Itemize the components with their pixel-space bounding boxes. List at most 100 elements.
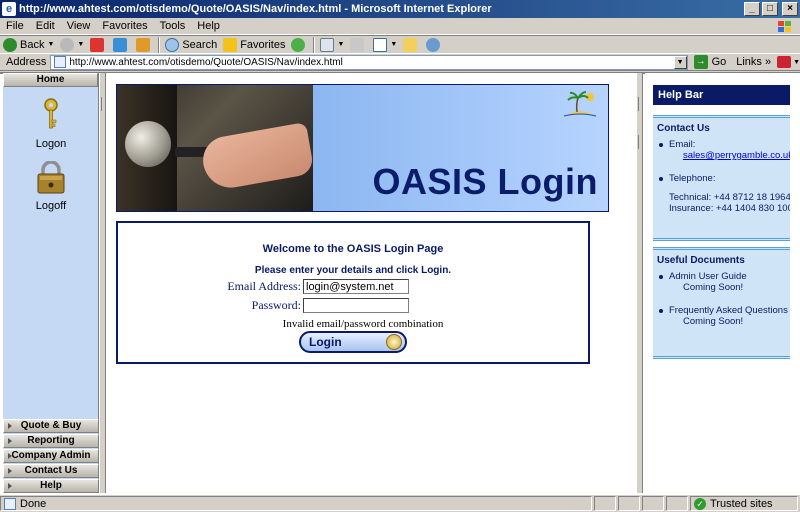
document-item[interactable]: Admin User Guide Coming Soon! [657,271,790,293]
stop-icon [90,37,105,52]
toolbar: Back ▼ ▼ Search Favorites ▼ ▼ [0,35,800,53]
banner-photo [117,85,315,211]
chevron-right-icon: » [764,56,772,68]
menu-file[interactable]: File [0,20,30,32]
nav-help[interactable]: Help [3,479,99,493]
status-cell-empty [594,496,616,511]
ie-icon: e [2,2,16,16]
address-label: Address [6,56,47,68]
toolbar-separator [158,36,161,53]
go-label: Go [711,56,727,68]
contact-list: Email: sales@perrygamble.co.uk Telephone… [653,139,790,184]
print-button[interactable] [347,36,370,54]
ie-window: e http://www.ahtest.com/otisdemo/Quote/O… [0,0,800,512]
login-button-label: Login [309,335,342,349]
toolbar-separator [313,36,316,53]
email-row: Email Address: [118,279,588,294]
menu-favorites[interactable]: Favorites [96,20,153,32]
close-button[interactable]: × [782,2,798,16]
oasis-banner: OASIS Login [116,84,609,212]
forward-arrow-icon [60,37,75,52]
password-label: Password: [251,298,301,312]
addon-icon[interactable] [777,56,792,68]
nav-company-admin[interactable]: Company Admin [3,449,99,463]
key-icon [44,98,58,129]
menu-bar: File Edit View Favorites Tools Help [0,18,800,35]
edit-icon [373,37,388,52]
status-cell-empty [666,496,688,511]
search-icon [165,37,180,52]
email-link[interactable]: sales@perrygamble.co.uk [669,150,790,161]
address-url[interactable]: http://www.ahtest.com/otisdemo/Quote/OAS… [69,57,673,68]
key-icon [386,334,402,350]
status-cell-empty [618,496,640,511]
folder-button[interactable] [400,36,423,54]
help-bar-frame: Help Bar Contact Us Email: sales@perryga… [645,73,800,493]
main-frame: OASIS Login Welcome to the OASIS Login P… [106,73,636,493]
status-text: Done [20,497,47,510]
frame-splitter-right[interactable] [636,73,643,493]
media-icon [291,37,306,52]
status-text-cell: Done [0,496,592,511]
nav-reporting[interactable]: Reporting [3,434,99,448]
maximize-button[interactable]: □ [762,2,778,16]
padlock-icon [37,160,65,194]
favorites-button[interactable]: Favorites [220,36,288,54]
splitter-grip [101,97,104,111]
nav-contact-us[interactable]: Contact Us [3,464,99,478]
chevron-down-icon: ▼ [77,41,85,48]
go-button[interactable]: → Go [693,55,727,69]
frame-splitter-left[interactable] [99,73,106,493]
security-zone-label: Trusted sites [710,497,773,510]
menu-help[interactable]: Help [191,20,226,32]
documents-list: Admin User Guide Coming Soon! Frequently… [653,271,790,327]
star-icon [223,37,238,52]
back-button[interactable]: Back ▼ [0,36,57,54]
messenger-icon [426,37,441,52]
document-title[interactable]: Frequently Asked Questions [669,305,788,316]
document-status: Coming Soon! [683,316,744,327]
go-arrow-icon: → [693,55,708,69]
help-bar-title: Help Bar [653,85,790,105]
search-label: Search [182,38,218,51]
banner-title: OASIS Login [372,161,598,202]
menu-view[interactable]: View [61,20,97,32]
logoff-label: Logoff [35,200,67,212]
welcome-heading: Welcome to the OASIS Login Page [262,243,444,255]
media-button[interactable] [288,36,311,54]
home-button[interactable] [133,36,156,54]
search-button[interactable]: Search [162,36,220,54]
refresh-button[interactable] [110,36,133,54]
menu-edit[interactable]: Edit [30,20,61,32]
stop-button[interactable] [87,36,110,54]
chevron-down-icon: ▼ [793,58,800,66]
menu-tools[interactable]: Tools [154,20,192,32]
security-zone-cell[interactable]: ✓ Trusted sites [690,496,798,511]
login-instructions: Please enter your details and click Logi… [254,265,452,276]
refresh-icon [113,37,128,52]
password-field[interactable] [303,298,409,313]
links-button[interactable]: Links » ▼ [736,56,800,68]
logoff-link[interactable]: Logoff [3,160,99,212]
forward-button[interactable]: ▼ [57,36,87,54]
email-field[interactable] [303,279,409,294]
document-item[interactable]: Frequently Asked Questions Coming Soon! [657,305,790,327]
chevron-down-icon: ▼ [47,41,55,48]
edit-button[interactable]: ▼ [370,36,400,54]
home-icon [136,37,151,52]
contact-panel: Contact Us Email: sales@perrygamble.co.u… [653,115,790,241]
print-icon [350,37,365,52]
mail-button[interactable]: ▼ [317,36,347,54]
logon-link[interactable]: Logon [3,97,99,150]
messenger-button[interactable] [423,36,446,54]
document-title[interactable]: Admin User Guide [669,271,747,282]
nav-home[interactable]: Home [3,73,98,87]
favorites-label: Favorites [240,38,286,51]
splitter-grip [638,135,641,149]
back-arrow-icon [3,37,17,52]
minimize-button[interactable]: _ [744,2,760,16]
chevron-down-icon[interactable]: ▼ [673,55,687,69]
address-field[interactable]: http://www.ahtest.com/otisdemo/Quote/OAS… [50,54,688,70]
nav-quote-buy[interactable]: Quote & Buy [3,419,99,433]
login-button[interactable]: Login [299,331,407,353]
